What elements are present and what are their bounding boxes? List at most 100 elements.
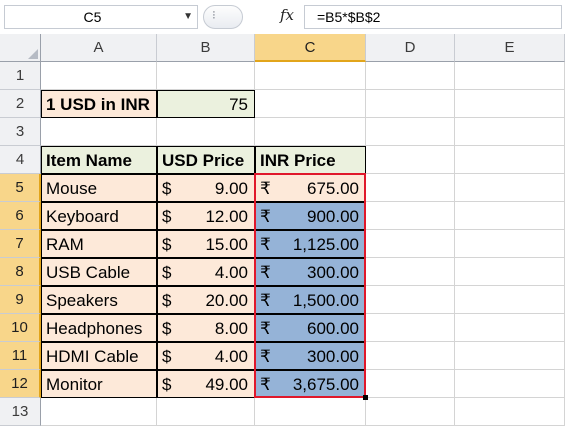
currency-symbol: $ xyxy=(162,179,172,198)
cell-c13[interactable] xyxy=(255,398,366,426)
chevron-down-icon[interactable]: ▼ xyxy=(183,11,193,22)
cell-b8[interactable]: $4.00 xyxy=(157,258,255,286)
cell-c11[interactable]: ₹300.00 xyxy=(255,342,366,370)
cell-a12[interactable]: Monitor xyxy=(41,370,157,398)
cell-d8[interactable] xyxy=(366,258,455,286)
cell-b9[interactable]: $20.00 xyxy=(157,286,255,314)
usd-price: 49.00 xyxy=(205,375,248,394)
cell-b4[interactable]: USD Price xyxy=(157,146,255,174)
cell-e7[interactable] xyxy=(455,230,565,258)
column-header-d[interactable]: D xyxy=(366,34,455,62)
formula-bar-splitter[interactable]: ⁝ xyxy=(203,5,243,29)
inr-price: 300.00 xyxy=(307,347,359,366)
cell-e11[interactable] xyxy=(455,342,565,370)
column-header-a[interactable]: A xyxy=(41,34,157,62)
cell-a5[interactable]: Mouse xyxy=(41,174,157,202)
cell-d12[interactable] xyxy=(366,370,455,398)
name-box[interactable]: C5 ▼ xyxy=(4,5,198,29)
cell-d1[interactable] xyxy=(366,62,455,90)
row-header-1[interactable]: 1 xyxy=(0,62,41,90)
cell-c6[interactable]: ₹900.00 xyxy=(255,202,366,230)
cell-b7[interactable]: $15.00 xyxy=(157,230,255,258)
cell-b11[interactable]: $4.00 xyxy=(157,342,255,370)
fill-handle[interactable] xyxy=(363,395,368,400)
cell-a3[interactable] xyxy=(41,118,157,146)
row-header-11[interactable]: 11 xyxy=(0,342,41,370)
cell-d6[interactable] xyxy=(366,202,455,230)
cell-e1[interactable] xyxy=(455,62,565,90)
cell-e3[interactable] xyxy=(455,118,565,146)
cell-d13[interactable] xyxy=(366,398,455,426)
cell-e4[interactable] xyxy=(455,146,565,174)
cell-e10[interactable] xyxy=(455,314,565,342)
currency-symbol: ₹ xyxy=(260,375,271,394)
cell-d7[interactable] xyxy=(366,230,455,258)
cell-c7[interactable]: ₹1,125.00 xyxy=(255,230,366,258)
formula-input[interactable]: =B5*$B$2 xyxy=(304,5,562,29)
cell-a6[interactable]: Keyboard xyxy=(41,202,157,230)
cell-e9[interactable] xyxy=(455,286,565,314)
cell-e12[interactable] xyxy=(455,370,565,398)
cell-b1[interactable] xyxy=(157,62,255,90)
row-header-6[interactable]: 6 xyxy=(0,202,41,230)
row-header-7[interactable]: 7 xyxy=(0,230,41,258)
cell-a2[interactable]: 1 USD in INR xyxy=(41,90,157,118)
select-all-corner[interactable] xyxy=(0,34,41,62)
cell-a9[interactable]: Speakers xyxy=(41,286,157,314)
cell-e13[interactable] xyxy=(455,398,565,426)
currency-symbol: ₹ xyxy=(260,291,271,310)
cell-b13[interactable] xyxy=(157,398,255,426)
cell-b10[interactable]: $8.00 xyxy=(157,314,255,342)
cell-c9[interactable]: ₹1,500.00 xyxy=(255,286,366,314)
cell-a4[interactable]: Item Name xyxy=(41,146,157,174)
cell-e5[interactable] xyxy=(455,174,565,202)
row-header-5[interactable]: 5 xyxy=(0,174,41,202)
cell-a1[interactable] xyxy=(41,62,157,90)
cell-d5[interactable] xyxy=(366,174,455,202)
row-header-4[interactable]: 4 xyxy=(0,146,41,174)
inr-price: 300.00 xyxy=(307,263,359,282)
cell-c10[interactable]: ₹600.00 xyxy=(255,314,366,342)
cell-c8[interactable]: ₹300.00 xyxy=(255,258,366,286)
row-header-2[interactable]: 2 xyxy=(0,90,41,118)
row-header-3[interactable]: 3 xyxy=(0,118,41,146)
cell-b12[interactable]: $49.00 xyxy=(157,370,255,398)
row-header-9[interactable]: 9 xyxy=(0,286,41,314)
cell-d10[interactable] xyxy=(366,314,455,342)
cell-c12[interactable]: ₹3,675.00 xyxy=(255,370,366,398)
cell-b5[interactable]: $9.00 xyxy=(157,174,255,202)
cell-c4[interactable]: INR Price xyxy=(255,146,366,174)
usd-price: 9.00 xyxy=(214,179,248,198)
cell-text: USD Price xyxy=(162,151,245,170)
cell-d2[interactable] xyxy=(366,90,455,118)
cell-d11[interactable] xyxy=(366,342,455,370)
column-header-b[interactable]: B xyxy=(157,34,255,62)
cell-b2[interactable]: 75 xyxy=(157,90,255,118)
cell-d3[interactable] xyxy=(366,118,455,146)
usd-price: 15.00 xyxy=(205,235,248,254)
cell-e6[interactable] xyxy=(455,202,565,230)
row-header-13[interactable]: 13 xyxy=(0,398,41,426)
cell-c2[interactable] xyxy=(255,90,366,118)
row-header-12[interactable]: 12 xyxy=(0,370,41,398)
row-header-10[interactable]: 10 xyxy=(0,314,41,342)
cell-c1[interactable] xyxy=(255,62,366,90)
cell-b6[interactable]: $12.00 xyxy=(157,202,255,230)
cell-a10[interactable]: Headphones xyxy=(41,314,157,342)
cell-c5[interactable]: ₹675.00 xyxy=(255,174,366,202)
cell-b3[interactable] xyxy=(157,118,255,146)
cell-a11[interactable]: HDMI Cable xyxy=(41,342,157,370)
row-header-8[interactable]: 8 xyxy=(0,258,41,286)
insert-function-icon[interactable]: fx xyxy=(280,6,294,24)
cell-e2[interactable] xyxy=(455,90,565,118)
cell-c3[interactable] xyxy=(255,118,366,146)
column-header-e[interactable]: E xyxy=(455,34,565,62)
cell-d4[interactable] xyxy=(366,146,455,174)
cell-a7[interactable]: RAM xyxy=(41,230,157,258)
cell-e8[interactable] xyxy=(455,258,565,286)
cell-a8[interactable]: USB Cable xyxy=(41,258,157,286)
cell-text: 1 USD in INR xyxy=(46,95,150,114)
cell-a13[interactable] xyxy=(41,398,157,426)
column-header-c[interactable]: C xyxy=(255,34,366,62)
cell-d9[interactable] xyxy=(366,286,455,314)
